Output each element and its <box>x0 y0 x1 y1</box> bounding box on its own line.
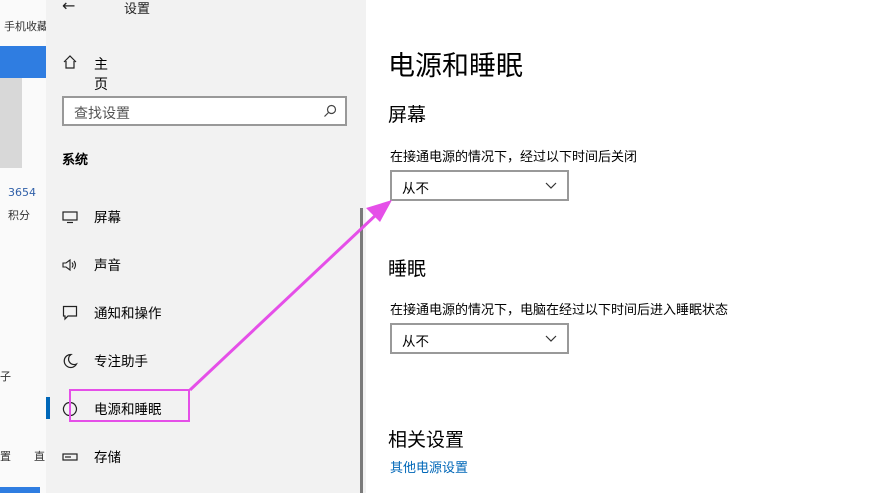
settings-nav-pane: ← 设置 主页 查找设置 系统 屏幕 声音 通知和操作 专注助手 电源和睡眠 存… <box>46 0 366 493</box>
selection-indicator <box>46 397 50 419</box>
section-heading-screen: 屏幕 <box>388 104 427 126</box>
dropdown-value: 从不 <box>402 181 429 197</box>
background-banner <box>0 46 46 78</box>
storage-icon <box>62 453 78 461</box>
sidebar-item-display[interactable]: 屏幕 <box>62 206 342 228</box>
sleep-timeout-dropdown[interactable]: 从不 <box>390 323 569 354</box>
score-label: 积分 <box>8 209 30 222</box>
nav-header: ← 设置 <box>62 0 342 17</box>
background-app-strip: 手机收藏 3654 积分 子 置 直 <box>0 0 46 493</box>
main-content: 电源和睡眠 屏幕 在接通电源的情况下，经过以下时间后关闭 从不 睡眠 在接通电源… <box>366 0 895 493</box>
moon-icon <box>63 353 78 369</box>
notification-icon <box>62 305 78 321</box>
search-placeholder: 查找设置 <box>74 106 130 122</box>
background-text: 手机收藏 <box>4 20 46 33</box>
dropdown-value: 从不 <box>402 334 429 350</box>
section-heading-sleep: 睡眠 <box>388 258 427 280</box>
page-title: 电源和睡眠 <box>388 51 523 82</box>
score-value: 3654 <box>8 186 36 199</box>
background-fragment: 子 <box>0 370 11 383</box>
sidebar-item-label: 存储 <box>94 450 121 466</box>
sidebar-item-label: 通知和操作 <box>94 306 162 322</box>
section-heading-related: 相关设置 <box>388 429 465 451</box>
search-input[interactable]: 查找设置 <box>62 96 347 126</box>
pane-scrollbar[interactable] <box>360 208 363 493</box>
screen-timeout-dropdown[interactable]: 从不 <box>390 170 569 201</box>
back-arrow-icon[interactable]: ← <box>62 0 75 15</box>
sidebar-item-label: 屏幕 <box>94 210 121 226</box>
annotation-highlight-box <box>69 389 190 422</box>
monitor-icon <box>62 211 78 224</box>
search-icon <box>324 104 337 117</box>
background-fragment: 置 <box>0 450 11 463</box>
sidebar-item-sound[interactable]: 声音 <box>62 254 342 276</box>
sleep-timeout-description: 在接通电源的情况下，电脑在经过以下时间后进入睡眠状态 <box>390 303 729 318</box>
home-label: 主页 <box>94 57 108 93</box>
sidebar-item-notifications[interactable]: 通知和操作 <box>62 302 342 324</box>
home-icon <box>63 55 77 69</box>
background-fragment: 直 <box>34 450 45 463</box>
nav-group-label: 系统 <box>62 153 89 168</box>
chevron-down-icon <box>545 182 557 189</box>
background-image <box>0 78 22 168</box>
background-bottom-bar <box>0 487 40 493</box>
sidebar-item-label: 专注助手 <box>94 354 148 370</box>
sidebar-item-focus-assist[interactable]: 专注助手 <box>62 350 342 372</box>
additional-power-settings-link[interactable]: 其他电源设置 <box>390 457 468 476</box>
sidebar-item-storage[interactable]: 存储 <box>62 446 342 468</box>
speaker-icon <box>62 258 77 272</box>
sidebar-item-label: 声音 <box>94 258 121 274</box>
screen-timeout-description: 在接通电源的情况下，经过以下时间后关闭 <box>390 150 638 165</box>
window-title: 设置 <box>124 2 151 17</box>
chevron-down-icon <box>545 335 557 342</box>
